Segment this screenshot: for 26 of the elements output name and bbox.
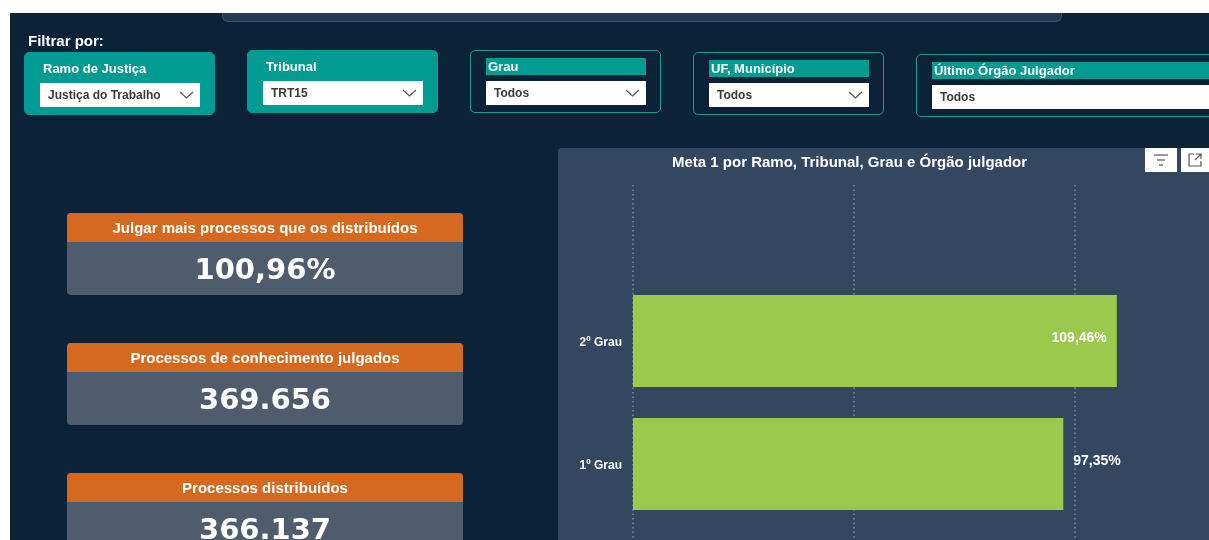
dropdown[interactable]: Todos xyxy=(932,85,1209,109)
filter-label: Último Órgão Julgador xyxy=(932,62,1209,79)
filter-label: Ramo de Justiça xyxy=(42,60,148,77)
kpi-value: 366.137 xyxy=(197,510,333,540)
dropdown[interactable]: Todos xyxy=(709,83,869,107)
filter-heading: Filtrar por: xyxy=(28,32,105,50)
dropdown[interactable]: Todos xyxy=(486,81,646,105)
kpi-title: Processos distribuídos xyxy=(67,473,463,502)
filter-label: Grau xyxy=(486,58,646,75)
value-label: 109,46% xyxy=(1051,329,1107,345)
filter-label: Tribunal xyxy=(265,58,318,75)
kpi-title: Julgar mais processos que os distribuídos xyxy=(67,213,463,242)
filter-label: UF, Município xyxy=(709,60,869,77)
focus-mode-button[interactable] xyxy=(1181,148,1209,172)
kpi-value: 100,96% xyxy=(193,250,337,288)
value-label: 97,35% xyxy=(1073,452,1121,468)
dropdown[interactable]: TRT15 xyxy=(263,81,423,105)
filter-button[interactable] xyxy=(1145,148,1177,172)
kpi-value: 369.656 xyxy=(197,380,333,418)
chart-title: Meta 1 por Ramo, Tribunal, Grau e Órgão julgador xyxy=(672,153,1028,170)
category-label: 1º Grau xyxy=(579,458,622,472)
dropdown[interactable]: Justiça do Trabalho xyxy=(40,83,200,107)
category-label: 2º Grau xyxy=(579,335,622,349)
kpi-title: Processos de conhecimento julgados xyxy=(67,343,463,372)
expand-icon xyxy=(1187,152,1203,168)
filter-icon xyxy=(1153,154,1169,166)
